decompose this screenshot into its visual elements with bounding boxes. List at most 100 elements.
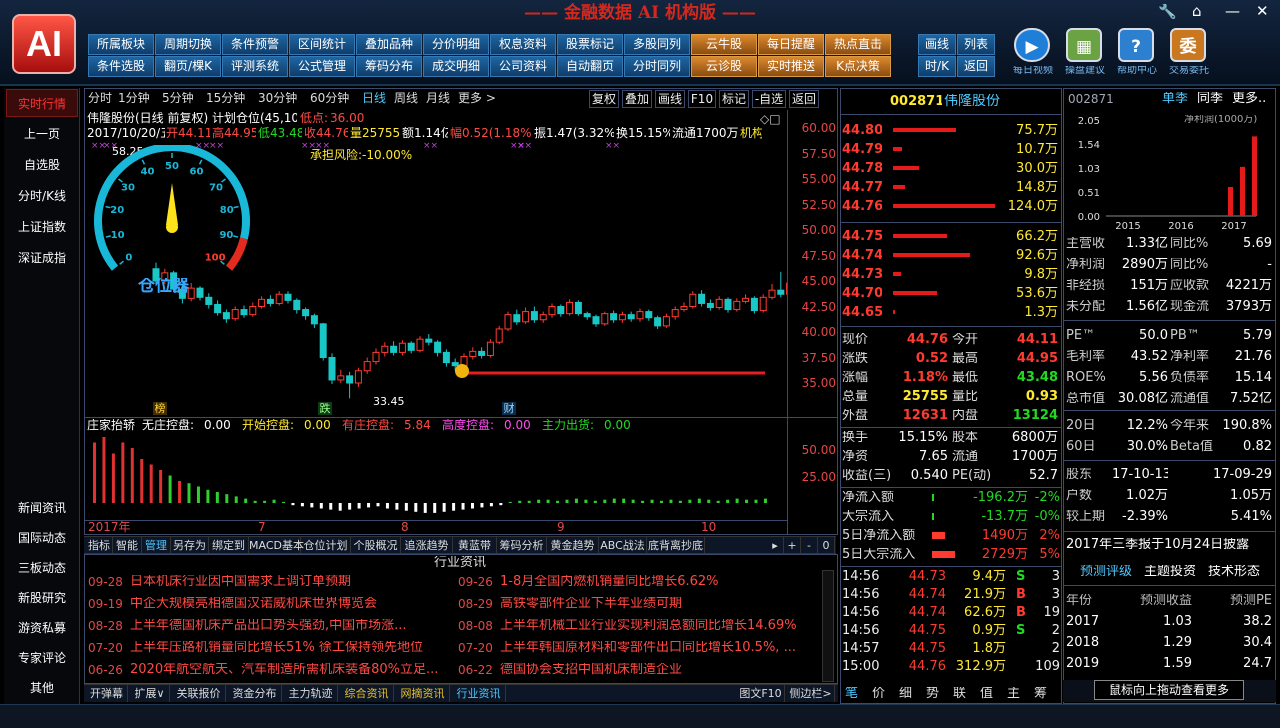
tick-tab-4[interactable]: 势 (926, 687, 942, 700)
period-tab-1[interactable]: 分时 (88, 92, 116, 104)
toolbar-button-row2-10[interactable]: 云诊股 (691, 56, 757, 77)
formula-nav-4[interactable]: 0 (818, 537, 835, 554)
formula-tab-4[interactable]: 另存为 (171, 537, 209, 554)
video-play-icon[interactable]: ▶ (1014, 28, 1050, 62)
f10-subtab-1[interactable]: 预测评级 (1080, 565, 1142, 578)
chart-action-3[interactable]: 画线 (655, 90, 685, 108)
help-icon[interactable]: ? (1118, 28, 1154, 62)
period-tab-2[interactable]: 1分钟 (118, 92, 160, 104)
trade-advice-icon[interactable]: ▦ (1066, 28, 1102, 62)
period-tab-6[interactable]: 60分钟 (310, 92, 360, 104)
news-headline[interactable]: 德国协会支招中国机床制造企业 (500, 663, 820, 676)
news-headline[interactable]: 上半年机械工业行业实现利润总额同比增长14.69% (500, 619, 820, 632)
sidebar-item-bottom-2[interactable]: 国际动态 (6, 524, 78, 552)
sidebar-item-bottom-1[interactable]: 新闻资讯 (6, 494, 78, 522)
formula-tab-1[interactable]: 指标 (86, 537, 113, 554)
tick-tab-5[interactable]: 联 (953, 687, 969, 700)
toolbar-button-row2-1[interactable]: 条件选股 (88, 56, 154, 77)
toolbar-button-row2-3[interactable]: 评测系统 (222, 56, 288, 77)
sidebar-item-bottom-7[interactable]: 其他 (6, 674, 78, 702)
period-tab-4[interactable]: 15分钟 (206, 92, 256, 104)
minimize-button[interactable]: — (1225, 4, 1243, 22)
toolbar-button-2[interactable]: 周期切换 (155, 34, 221, 55)
period-tab-9[interactable]: 月线 (426, 92, 456, 104)
trade-order-icon[interactable]: 委 (1170, 28, 1206, 62)
formula-tab-8[interactable]: 个股概况 (351, 537, 401, 554)
tick-tab-3[interactable]: 细 (899, 687, 915, 700)
sidebar-item-top-2[interactable]: 上一页 (6, 120, 78, 148)
tick-tab-2[interactable]: 价 (872, 687, 888, 700)
period-tab-3[interactable]: 5分钟 (162, 92, 204, 104)
news-headline[interactable]: 高铁零部件企业下半年业绩可期 (500, 597, 820, 610)
toolbar-button-row2-4[interactable]: 公式管理 (289, 56, 355, 77)
news-headline[interactable]: 上半年压路机销量同比增长51% 徐工保持领先地位 (130, 641, 452, 654)
news-headline[interactable]: 1-8月全国内燃机销量同比增长6.62% (500, 575, 820, 588)
f10-subtab-2[interactable]: 主题投资 (1144, 565, 1206, 578)
footer-tab-4[interactable]: 资金分布 (228, 685, 282, 702)
list-button[interactable]: 列表 (957, 34, 995, 55)
period-tab-8[interactable]: 周线 (394, 92, 424, 104)
toolbar-button-row2-7[interactable]: 公司资料 (490, 56, 556, 77)
toolbar-button-9[interactable]: 多股同列 (624, 34, 690, 55)
chart-action-5[interactable]: 标记 (719, 90, 749, 108)
tab-same-quarter[interactable]: 同季 (1197, 92, 1231, 105)
tick-tab-7[interactable]: 主 (1007, 687, 1023, 700)
period-tab-5[interactable]: 30分钟 (258, 92, 308, 104)
period-tab-7[interactable]: 日线 (362, 92, 392, 104)
footer-tab-1[interactable]: 开弹幕 (86, 685, 128, 702)
news-headline[interactable]: 日本机床行业因中国需求上调订单预期 (130, 575, 452, 588)
mark-drop[interactable]: 跌 (318, 402, 332, 415)
sidebar-item-bottom-5[interactable]: 游资私募 (6, 614, 78, 642)
chart-action-6[interactable]: -自选 (752, 90, 786, 108)
wrench-icon[interactable]: 🔧 (1158, 4, 1176, 22)
sidebar-item-top-3[interactable]: 自选股 (6, 151, 78, 179)
toolbar-button-5[interactable]: 叠加品种 (356, 34, 422, 55)
tick-tab-8[interactable]: 筹 (1034, 687, 1050, 700)
toolbar-button-row2-9[interactable]: 分时同列 (624, 56, 690, 77)
chart-action-7[interactable]: 返回 (789, 90, 819, 108)
formula-tab-2[interactable]: 智能 (113, 537, 142, 554)
toolbar-button-7[interactable]: 权息资料 (490, 34, 556, 55)
formula-tab-6[interactable]: MACD基本 (249, 537, 304, 554)
tab-more[interactable]: 更多.. (1232, 92, 1272, 105)
period-tab-10[interactable]: 更多 > (458, 92, 498, 104)
chart-action-1[interactable]: 复权 (589, 90, 619, 108)
toolbar-button-8[interactable]: 股票标记 (557, 34, 623, 55)
footer-tab-8[interactable]: 行业资讯 (452, 685, 506, 702)
toolbar-button-1[interactable]: 所属板块 (88, 34, 154, 55)
sidebar-item-top-1[interactable]: 实时行情 (6, 89, 78, 117)
chart-window-icons[interactable]: ◇□ (760, 112, 784, 126)
footer-tab-7[interactable]: 网摘资讯 (396, 685, 450, 702)
formula-tab-9[interactable]: 追涨趋势 (401, 537, 453, 554)
toolbar-button-4[interactable]: 区间统计 (289, 34, 355, 55)
chart-action-4[interactable]: F10 (688, 90, 716, 108)
formula-nav-3[interactable]: - (801, 537, 818, 554)
footer-tab-5[interactable]: 主力轨迹 (284, 685, 338, 702)
news-headline[interactable]: 上半年韩国原材料和零部件出口同比增长10.5%, ... (500, 641, 820, 654)
footer-tab-3[interactable]: 关联报价 (172, 685, 226, 702)
formula-nav-1[interactable]: ▸ (767, 537, 784, 554)
toolbar-button-10[interactable]: 云牛股 (691, 34, 757, 55)
toolbar-button-6[interactable]: 分价明细 (423, 34, 489, 55)
formula-tab-14[interactable]: 底背离抄底 (647, 537, 705, 554)
footer-tab-2[interactable]: 扩展∨ (130, 685, 170, 702)
formula-tab-10[interactable]: 黄蓝带 (453, 537, 497, 554)
close-button[interactable]: ✕ (1256, 4, 1274, 22)
footer-right-1[interactable]: 图文F10 (737, 685, 785, 702)
sidebar-item-bottom-6[interactable]: 专家评论 (6, 644, 78, 672)
indicator-chart[interactable] (85, 433, 787, 519)
chart-action-2[interactable]: 叠加 (622, 90, 652, 108)
news-headline[interactable]: 中企大规模亮相德国汉诺威机床世界博览会 (130, 597, 452, 610)
formula-nav-2[interactable]: + (784, 537, 801, 554)
toolbar-button-row2-6[interactable]: 成交明细 (423, 56, 489, 77)
tick-tab-6[interactable]: 值 (980, 687, 996, 700)
time-k-button[interactable]: 时/K (918, 56, 956, 77)
toolbar-button-row2-11[interactable]: 实时推送 (758, 56, 824, 77)
tick-tab-1[interactable]: 笔 (845, 687, 861, 700)
toolbar-button-12[interactable]: 热点直击 (825, 34, 891, 55)
formula-tab-5[interactable]: 绑定到 (209, 537, 249, 554)
toolbar-button-row2-12[interactable]: K点决策 (825, 56, 891, 77)
mark-list[interactable]: 榜 (153, 402, 167, 415)
draw-line-button[interactable]: 画线 (918, 34, 956, 55)
home-icon[interactable]: ⌂ (1192, 4, 1210, 22)
